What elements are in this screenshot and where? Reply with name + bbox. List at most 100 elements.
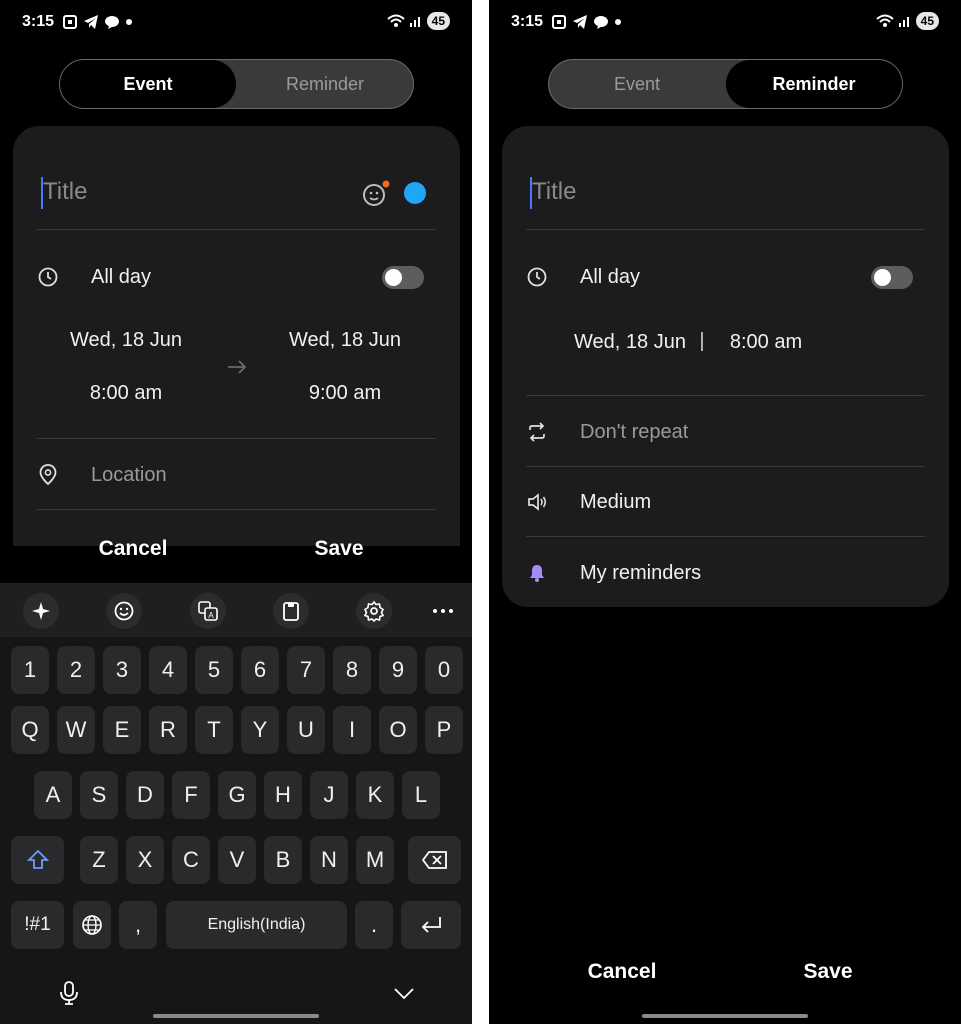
cancel-button[interactable]: Cancel — [72, 537, 194, 561]
key-k[interactable]: K — [356, 771, 394, 819]
shift-key[interactable] — [11, 836, 64, 884]
divider — [37, 229, 436, 230]
sticker-icon[interactable] — [360, 179, 390, 209]
cancel-button[interactable]: Cancel — [561, 960, 683, 984]
key-0[interactable]: 0 — [425, 646, 463, 694]
location-row[interactable]: Location — [37, 455, 436, 495]
key-l[interactable]: L — [402, 771, 440, 819]
key-8[interactable]: 8 — [333, 646, 371, 694]
title-field[interactable]: Title — [526, 174, 925, 214]
space-key[interactable]: English(India) — [166, 901, 347, 949]
enter-key[interactable] — [401, 901, 461, 949]
all-day-label: All day — [91, 265, 152, 288]
comma-key[interactable]: , — [119, 901, 157, 949]
key-x[interactable]: X — [126, 836, 164, 884]
period-key[interactable]: . — [355, 901, 393, 949]
key-j[interactable]: J — [310, 771, 348, 819]
key-5[interactable]: 5 — [195, 646, 233, 694]
ai-sparkle-icon — [32, 602, 50, 620]
key-t[interactable]: T — [195, 706, 233, 754]
status-time: 3:15 — [22, 13, 55, 30]
key-v[interactable]: V — [218, 836, 256, 884]
reminder-date[interactable]: Wed, 18 Jun — [565, 331, 695, 354]
key-g[interactable]: G — [218, 771, 256, 819]
chat-icon — [105, 16, 119, 29]
gesture-handle — [153, 1014, 319, 1018]
language-key[interactable] — [73, 901, 111, 949]
key-w[interactable]: W — [57, 706, 95, 754]
reminder-time[interactable]: 8:00 am — [718, 331, 814, 354]
gesture-handle — [642, 1014, 808, 1018]
priority-label: Medium — [580, 490, 652, 513]
key-4[interactable]: 4 — [149, 646, 187, 694]
save-button[interactable]: Save — [278, 537, 400, 561]
signal-icon — [409, 17, 420, 27]
key-h[interactable]: H — [264, 771, 302, 819]
event-form-card: Title All day Wed, 18 Jun 8:00 am Wed, 1… — [13, 126, 460, 546]
divider — [526, 536, 925, 537]
key-p[interactable]: P — [425, 706, 463, 754]
svg-text:A: A — [208, 611, 214, 620]
key-a[interactable]: A — [34, 771, 72, 819]
translate-button[interactable]: A — [190, 593, 226, 629]
key-u[interactable]: U — [287, 706, 325, 754]
key-o[interactable]: O — [379, 706, 417, 754]
key-i[interactable]: I — [333, 706, 371, 754]
key-n[interactable]: N — [310, 836, 348, 884]
all-day-toggle[interactable] — [382, 266, 424, 289]
telegram-icon — [84, 15, 98, 29]
hide-keyboard-icon[interactable] — [392, 985, 416, 1001]
tab-event[interactable]: Event — [60, 60, 236, 108]
backspace-key[interactable] — [408, 836, 461, 884]
key-2[interactable]: 2 — [57, 646, 95, 694]
divider — [37, 509, 436, 510]
key-z[interactable]: Z — [80, 836, 118, 884]
tab-reminder[interactable]: Reminder — [237, 60, 413, 108]
more-options-button[interactable] — [428, 601, 458, 621]
key-b[interactable]: B — [264, 836, 302, 884]
color-picker-dot[interactable] — [404, 182, 426, 204]
reminder-list-row[interactable]: My reminders — [526, 553, 925, 593]
key-c[interactable]: C — [172, 836, 210, 884]
tab-event[interactable]: Event — [549, 60, 725, 108]
microphone-icon[interactable] — [58, 980, 80, 1006]
start-time[interactable]: 8:00 am — [55, 382, 197, 405]
key-m[interactable]: M — [356, 836, 394, 884]
all-day-toggle[interactable] — [871, 266, 913, 289]
status-bar: 3:15 45 — [0, 10, 472, 36]
clipboard-button[interactable] — [273, 593, 309, 629]
key-q[interactable]: Q — [11, 706, 49, 754]
clipboard-icon — [283, 602, 299, 621]
divider — [526, 395, 925, 396]
keyboard-settings-button[interactable] — [356, 593, 392, 629]
ai-sparkle-button[interactable] — [23, 593, 59, 629]
telegram-icon — [573, 15, 587, 29]
battery-indicator: 45 — [426, 12, 450, 30]
save-button[interactable]: Save — [767, 960, 889, 984]
key-e[interactable]: E — [103, 706, 141, 754]
tab-reminder[interactable]: Reminder — [726, 60, 902, 108]
key-r[interactable]: R — [149, 706, 187, 754]
title-field[interactable]: Title — [37, 174, 436, 214]
key-1[interactable]: 1 — [11, 646, 49, 694]
start-date[interactable]: Wed, 18 Jun — [55, 329, 197, 352]
signal-icon — [898, 17, 909, 27]
repeat-label: Don't repeat — [580, 420, 689, 443]
key-s[interactable]: S — [80, 771, 118, 819]
key-d[interactable]: D — [126, 771, 164, 819]
emoji-button[interactable] — [106, 593, 142, 629]
end-date[interactable]: Wed, 18 Jun — [274, 329, 416, 352]
notification-dot-icon — [615, 19, 621, 25]
key-y[interactable]: Y — [241, 706, 279, 754]
end-time[interactable]: 9:00 am — [274, 382, 416, 405]
all-day-row[interactable]: All day — [37, 257, 436, 297]
priority-row[interactable]: Medium — [526, 482, 925, 522]
all-day-row[interactable]: All day — [526, 257, 925, 297]
symbols-key[interactable]: !#1 — [11, 901, 64, 949]
key-9[interactable]: 9 — [379, 646, 417, 694]
key-6[interactable]: 6 — [241, 646, 279, 694]
repeat-row[interactable]: Don't repeat — [526, 412, 925, 452]
key-7[interactable]: 7 — [287, 646, 325, 694]
key-f[interactable]: F — [172, 771, 210, 819]
key-3[interactable]: 3 — [103, 646, 141, 694]
